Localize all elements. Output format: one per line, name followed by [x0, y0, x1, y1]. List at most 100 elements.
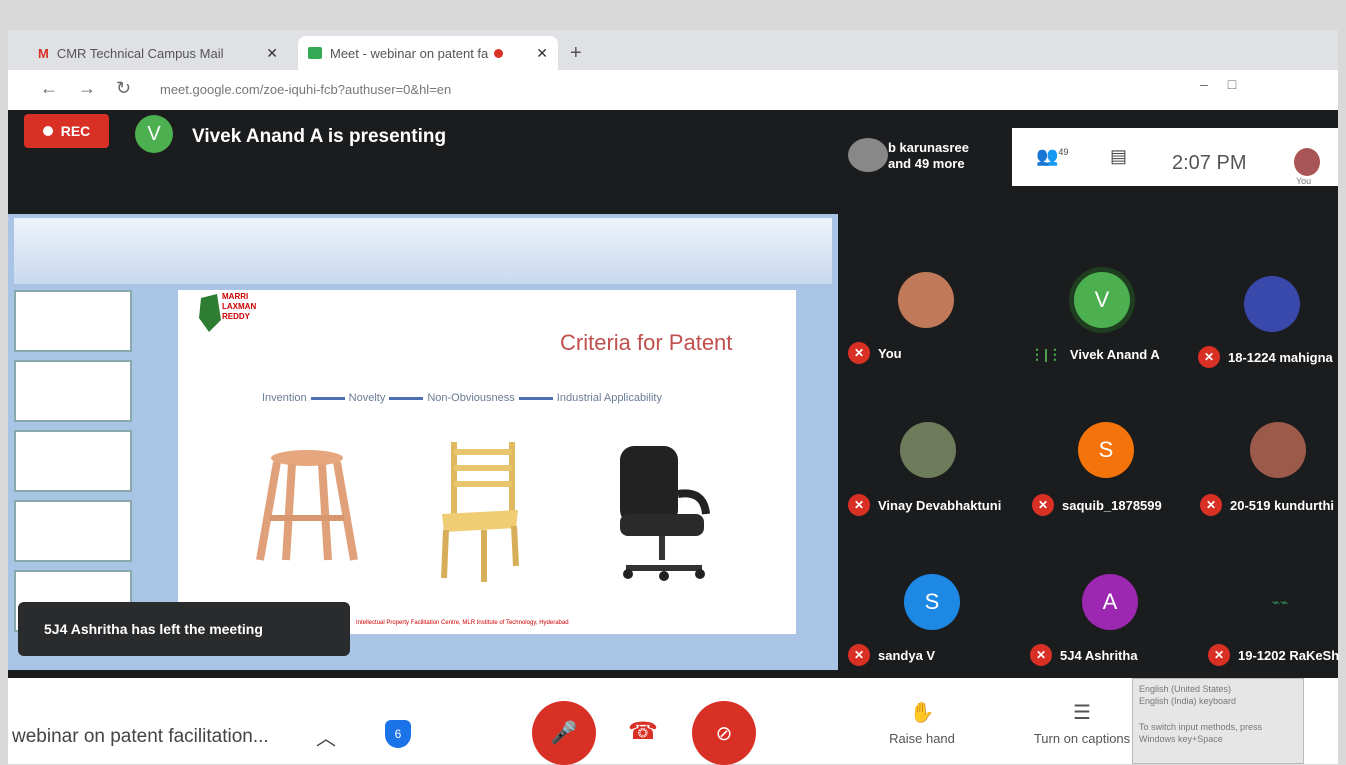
- participant-label: ✕ saquib_1878599: [1032, 494, 1162, 516]
- new-tab-button[interactable]: +: [570, 42, 582, 65]
- chevron-up-icon[interactable]: ︿: [316, 722, 336, 751]
- leave-call-button[interactable]: ☎: [626, 716, 660, 746]
- clock: 2:07 PM: [1172, 152, 1247, 174]
- people-icon: 👥: [1036, 146, 1059, 166]
- ime-hint: Windows key+Space: [1139, 734, 1223, 744]
- mic-off-icon: ✕: [848, 494, 870, 516]
- logo-text: MARRI LAXMAN REDDY: [222, 292, 256, 322]
- participant-name: 5J4 Ashritha: [1060, 647, 1138, 663]
- captions-label: Turn on captions: [1033, 731, 1131, 746]
- slide-title: Criteria for Patent: [560, 330, 733, 355]
- back-icon[interactable]: ←: [40, 78, 78, 98]
- participant-avatar: [1250, 422, 1306, 478]
- nav-buttons[interactable]: ←→↻: [40, 78, 151, 99]
- tab-mail-title: CMR Technical Campus Mail: [56, 45, 224, 61]
- mic-off-icon: ✕: [1032, 494, 1054, 516]
- participant-label: ✕ sandya V: [848, 644, 935, 666]
- participant-name: You: [878, 345, 902, 361]
- slide-thumbnail: [14, 360, 132, 422]
- ime-option[interactable]: English (United States): [1139, 683, 1297, 695]
- ime-option[interactable]: English (India) keyboard: [1139, 695, 1297, 707]
- logo-line: MARRI: [222, 292, 249, 301]
- captions-button[interactable]: ☰ Turn on captions: [1022, 700, 1142, 746]
- minimize-icon[interactable]: –: [1200, 76, 1228, 92]
- recording-badge: REC: [24, 114, 109, 148]
- close-tab-icon[interactable]: ✕: [536, 45, 548, 62]
- stool-icon: [256, 450, 358, 561]
- camera-off-icon: ⊘: [715, 722, 733, 745]
- participant-label: ✕ 18-1224 mahigna: [1198, 346, 1333, 368]
- mic-toggle-button[interactable]: 🎤: [532, 701, 596, 765]
- participant-name: saquib_1878599: [1062, 497, 1162, 513]
- participant-name: 20-519 kundurthi: [1230, 497, 1335, 513]
- participant-tile[interactable]: ✕ 20-519 kundurthi: [1200, 418, 1346, 536]
- self-avatar[interactable]: [1294, 148, 1320, 176]
- forward-icon[interactable]: →: [78, 78, 116, 98]
- close-tab-icon[interactable]: ✕: [266, 45, 278, 62]
- mic-off-icon: 🎤: [550, 720, 578, 745]
- mic-off-icon: ✕: [1200, 494, 1222, 516]
- meeting-details-title[interactable]: webinar on patent facilitation...: [12, 726, 269, 748]
- criteria-flow: Invention Novelty Non-Obviousness Indust…: [262, 392, 662, 404]
- participant-avatar: [848, 138, 888, 172]
- phone-hangup-icon: ☎: [628, 717, 658, 745]
- tab-meet[interactable]: Meet - webinar on patent fa ✕: [298, 36, 558, 70]
- reload-icon[interactable]: ↻: [116, 78, 151, 98]
- participant-label: ✕ 5J4 Ashritha: [1030, 644, 1138, 666]
- participant-tile[interactable]: V ⋮|⋮ Vivek Anand A: [1030, 262, 1200, 380]
- mic-off-icon: ✕: [1030, 644, 1052, 666]
- presenting-text: Vivek Anand A is presenting: [192, 126, 447, 147]
- chat-icon[interactable]: ▤: [1110, 146, 1127, 167]
- participant-avatar: V: [1074, 272, 1130, 328]
- participants-summary[interactable]: b karunasree and 49 more: [888, 140, 969, 172]
- people-button[interactable]: 👥49: [1036, 146, 1068, 167]
- gmail-icon: M: [38, 45, 49, 61]
- address-bar[interactable]: meet.google.com/zoe-iquhi-fcb?authuser=0…: [160, 82, 451, 97]
- slide-thumbnail: [14, 430, 132, 492]
- speaking-icon: ⋮|⋮: [1030, 346, 1062, 362]
- logo-line: LAXMAN: [222, 302, 257, 311]
- participant-name: Vivek Anand A: [1069, 347, 1160, 362]
- flow-step: Non-Obviousness: [427, 392, 515, 404]
- window-controls[interactable]: –□: [1200, 76, 1256, 92]
- meet-icon: [308, 47, 322, 59]
- shield-icon[interactable]: 6: [385, 720, 411, 748]
- participant-label: ✕ 19-1202 RaKeSh: [1208, 644, 1339, 666]
- participant-tile[interactable]: ✕ Vinay Devabhaktuni: [848, 418, 1018, 536]
- ime-hint: To switch input methods, press: [1139, 722, 1263, 732]
- participant-avatar: S: [1078, 422, 1134, 478]
- participant-avatar: A: [1082, 574, 1138, 630]
- participant-name: 19-1202 RaKeSh: [1238, 647, 1340, 663]
- camera-toggle-button[interactable]: ⊘: [692, 701, 756, 765]
- participant-tile[interactable]: ✕ 18-1224 mahigna: [1198, 262, 1346, 380]
- participant-avatar: [898, 272, 954, 328]
- record-dot-icon: [42, 126, 53, 136]
- slide-thumbnail: [14, 500, 132, 562]
- slide-footer: Intellectual Property Facilitation Centr…: [356, 620, 569, 626]
- flow-connector: [389, 396, 424, 400]
- rec-label: REC: [60, 123, 91, 139]
- participant-label: ✕ Vinay Devabhaktuni: [848, 494, 1001, 516]
- participant-label: ⋮|⋮ Vivek Anand A: [1030, 346, 1160, 363]
- hand-icon: ✋: [909, 702, 935, 724]
- logo-line: REDDY: [222, 312, 251, 321]
- powerpoint-ribbon: [14, 218, 832, 284]
- participant-tile[interactable]: S ✕ sandya V: [848, 572, 1018, 690]
- flow-connector: [310, 396, 345, 400]
- flow-step: Invention: [262, 392, 307, 404]
- participants-line1: b karunasree: [888, 140, 969, 155]
- people-count: 49: [1058, 147, 1069, 157]
- participant-tile[interactable]: A ✕ 5J4 Ashritha: [1030, 572, 1200, 690]
- slide-thumbnail: [14, 290, 132, 352]
- input-method-popup[interactable]: English (United States) English (India) …: [1132, 678, 1304, 764]
- tab-mail[interactable]: M CMR Technical Campus Mail ✕: [28, 36, 288, 70]
- raise-hand-button[interactable]: ✋ Raise hand: [882, 700, 962, 746]
- participant-avatar: ⌁⌁: [1252, 574, 1308, 630]
- participant-name: sandya V: [878, 647, 936, 663]
- participant-tile[interactable]: ✕ You: [848, 262, 1018, 380]
- mic-off-icon: ✕: [848, 644, 870, 666]
- participant-tile[interactable]: S ✕ saquib_1878599: [1032, 418, 1202, 536]
- maximize-icon[interactable]: □: [1228, 76, 1256, 92]
- participant-tile[interactable]: ⌁⌁ ✕ 19-1202 RaKeSh: [1208, 572, 1346, 690]
- mic-off-icon: ✕: [848, 342, 870, 364]
